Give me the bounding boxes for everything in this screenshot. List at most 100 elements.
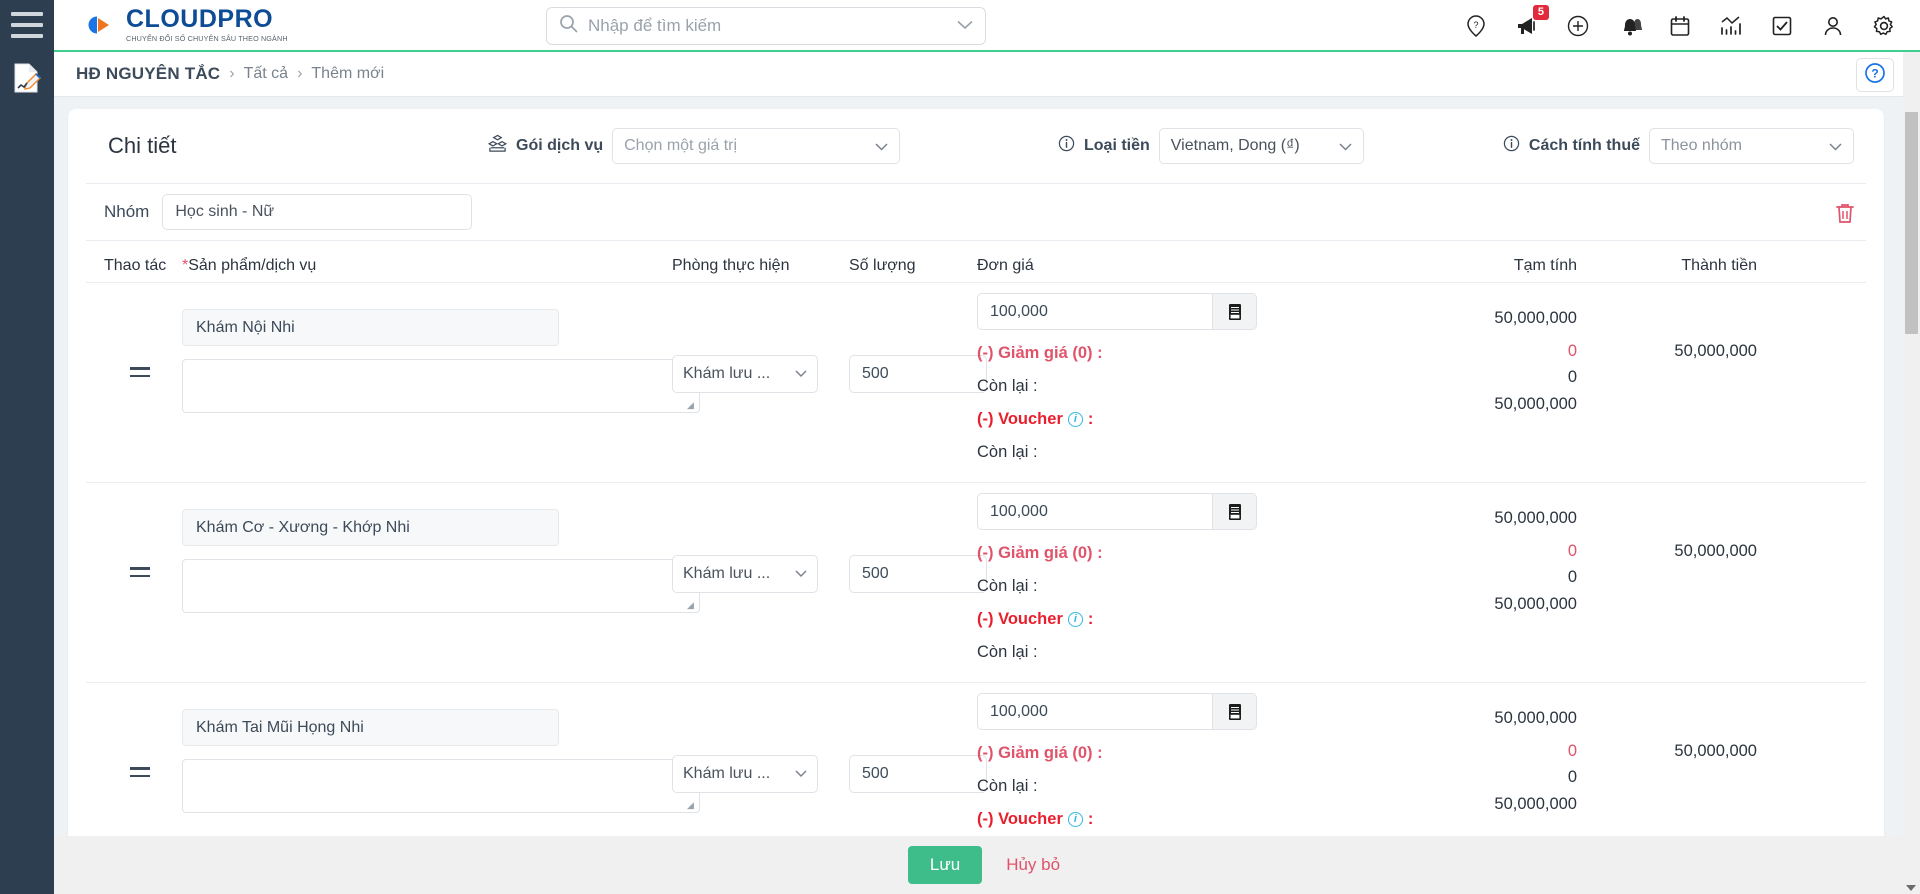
row-quantity-cell: 500: [849, 483, 987, 682]
chevron-down-icon: [795, 765, 807, 783]
th-room: Phòng thực hiện: [672, 257, 790, 274]
voucher-label: (-) Voucher: [977, 610, 1063, 628]
remaining-label-2: Còn lại :: [977, 643, 1038, 661]
chevron-down-icon: [795, 565, 807, 583]
unit-price-value: 100,000: [990, 702, 1048, 720]
quantity-input[interactable]: 500: [849, 755, 987, 793]
info-circle-icon[interactable]: [1058, 135, 1075, 157]
brand-logo[interactable]: CLOUDPRO CHUYỂN ĐỔI SỐ CHUYÊN SÂU THEO N…: [76, 4, 288, 46]
main-column: CLOUDPRO CHUYỂN ĐỔI SỐ CHUYÊN SÂU THEO N…: [54, 0, 1920, 894]
chart-icon[interactable]: [1719, 14, 1743, 38]
unit-price-group: 100,000: [977, 693, 1257, 730]
service-package-value: Chọn một giá trị: [624, 137, 738, 154]
chevron-down-icon: [1829, 139, 1842, 154]
contract-edit-icon[interactable]: [12, 62, 42, 94]
discount-label[interactable]: (-) Giảm giá (0) :: [977, 337, 1377, 370]
unit-price-value: 100,000: [990, 302, 1048, 320]
chevron-down-icon[interactable]: [957, 17, 973, 35]
unit-price-input[interactable]: 100,000: [978, 294, 1212, 329]
chevron-down-icon: [875, 139, 888, 154]
product-name-input[interactable]: Khám Cơ - Xương - Khớp Nhi: [182, 509, 559, 546]
product-note-textarea[interactable]: ◢: [182, 759, 700, 813]
drag-handle[interactable]: [130, 367, 150, 377]
service-package-label: Gói dịch vụ: [516, 137, 604, 154]
price-book-icon[interactable]: [1212, 494, 1256, 529]
cancel-button[interactable]: Hủy bỏ: [1000, 854, 1066, 876]
voucher-row[interactable]: (-) Voucher i :: [977, 403, 1377, 436]
discount-amount: 0: [1567, 342, 1577, 360]
detail-card: Chi tiết Gói dịch vụ Chọn một giá trị Lo…: [68, 109, 1884, 894]
room-select[interactable]: Khám lưu ...: [672, 355, 818, 393]
calendar-icon[interactable]: [1668, 14, 1692, 38]
product-note-textarea[interactable]: ◢: [182, 359, 700, 413]
remaining-after-discount: 0: [1567, 768, 1577, 786]
voucher-info-icon[interactable]: i: [1067, 412, 1083, 427]
trash-icon[interactable]: [1834, 201, 1856, 230]
breadcrumb-item-new[interactable]: Thêm mới: [311, 65, 384, 83]
quantity-input[interactable]: 500: [849, 355, 987, 393]
remaining-after-discount: 0: [1567, 368, 1577, 386]
search-input[interactable]: Nhập để tìm kiếm: [588, 16, 947, 36]
row-total-cell: 50,000,000: [1577, 483, 1757, 682]
quantity-input[interactable]: 500: [849, 555, 987, 593]
product-note-textarea[interactable]: ◢: [182, 559, 700, 613]
room-value: Khám lưu ...: [683, 365, 771, 382]
info-circle-icon[interactable]: [1503, 135, 1520, 157]
svg-text:?: ?: [1871, 66, 1878, 80]
voucher-info-icon[interactable]: i: [1067, 612, 1083, 627]
drag-handle[interactable]: [130, 567, 150, 577]
service-package-select[interactable]: Chọn một giá trị: [612, 128, 901, 164]
top-bar: CLOUDPRO CHUYỂN ĐỔI SỐ CHUYÊN SÂU THEO N…: [54, 0, 1920, 52]
table-row: Khám Nội Nhi ◢ Khám lưu ... 500 100,000 …: [86, 283, 1866, 483]
product-name-input[interactable]: Khám Nội Nhi: [182, 309, 559, 346]
save-button[interactable]: Lưu: [907, 846, 983, 884]
room-select[interactable]: Khám lưu ...: [672, 755, 818, 793]
task-check-icon[interactable]: [1770, 14, 1794, 38]
currency-select[interactable]: Vietnam, Dong (₫): [1158, 128, 1364, 164]
voucher-row[interactable]: (-) Voucher i :: [977, 603, 1377, 636]
hamburger-icon[interactable]: [11, 12, 43, 38]
unit-price-input[interactable]: 100,000: [978, 494, 1212, 529]
row-subtotal-cell: 50,000,000 0 0 50,000,000: [1387, 283, 1577, 482]
voucher-row[interactable]: (-) Voucher i :: [977, 803, 1377, 836]
plus-circle-icon[interactable]: [1566, 14, 1590, 38]
voucher-info-icon[interactable]: i: [1067, 812, 1083, 827]
row-quantity-cell: 500: [849, 283, 987, 482]
bell-icon[interactable]: [1617, 14, 1642, 38]
room-select[interactable]: Khám lưu ...: [672, 555, 818, 593]
content-area: Chi tiết Gói dịch vụ Chọn một giá trị Lo…: [54, 97, 1920, 894]
discount-label[interactable]: (-) Giảm giá (0) :: [977, 537, 1377, 570]
help-button[interactable]: ?: [1856, 58, 1894, 92]
drag-handle[interactable]: [130, 767, 150, 777]
product-name-input[interactable]: Khám Tai Mũi Họng Nhi: [182, 709, 559, 746]
help-pin-icon[interactable]: ?: [1464, 14, 1488, 38]
scroll-down-arrow-icon[interactable]: [1906, 885, 1916, 891]
price-book-icon[interactable]: [1212, 694, 1256, 729]
row-total-amount: 50,000,000: [1674, 542, 1757, 560]
group-name-input[interactable]: Học sinh - Nữ: [162, 194, 473, 230]
remaining-after-voucher: 50,000,000: [1494, 595, 1577, 613]
gear-icon[interactable]: [1872, 14, 1896, 38]
tax-method-select[interactable]: Theo nhóm: [1649, 128, 1854, 164]
product-name-value: Khám Nội Nhi: [196, 318, 295, 336]
table-header: Thao tác *Sản phẩm/dịch vụ Phòng thực hi…: [86, 241, 1866, 283]
price-book-icon[interactable]: [1212, 294, 1256, 329]
breadcrumb-root[interactable]: HĐ NGUYÊN TẮC: [76, 64, 220, 84]
subtotal-amount: 50,000,000: [1494, 309, 1577, 327]
currency-value: Vietnam, Dong (₫): [1170, 137, 1300, 154]
svg-text:?: ?: [1473, 20, 1478, 30]
logo-tagline: CHUYỂN ĐỔI SỐ CHUYÊN SÂU THEO NGÀNH: [126, 34, 288, 44]
user-icon[interactable]: [1821, 14, 1845, 38]
discount-label[interactable]: (-) Giảm giá (0) :: [977, 737, 1377, 770]
subtotal-amount: 50,000,000: [1494, 509, 1577, 527]
search-box[interactable]: Nhập để tìm kiếm: [546, 7, 986, 45]
tax-method-value: Theo nhóm: [1661, 137, 1742, 154]
page-scrollbar[interactable]: [1903, 52, 1920, 894]
breadcrumb-item-all[interactable]: Tất cả: [244, 65, 288, 83]
row-total-cell: 50,000,000: [1577, 283, 1757, 482]
scrollbar-thumb[interactable]: [1905, 112, 1918, 334]
megaphone-icon[interactable]: 5: [1515, 5, 1549, 38]
product-name-value: Khám Tai Mũi Họng Nhi: [196, 718, 364, 736]
remaining-after-voucher: 50,000,000: [1494, 795, 1577, 813]
unit-price-input[interactable]: 100,000: [978, 694, 1212, 729]
